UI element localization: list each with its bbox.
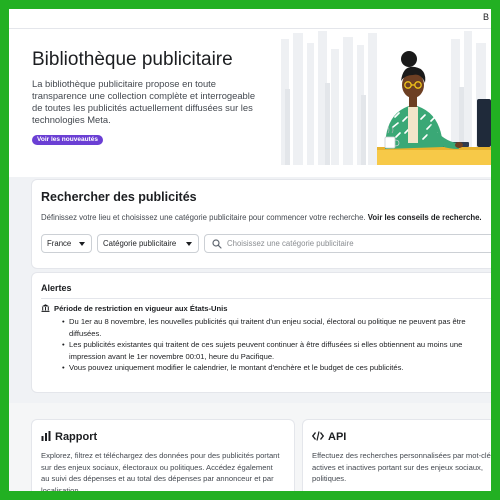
country-value: France [47, 239, 72, 248]
alerts-card: Alertes Période de restriction en vigueu… [31, 272, 491, 393]
country-dropdown[interactable]: France [41, 234, 92, 253]
top-bar: B [9, 9, 491, 29]
category-dropdown[interactable]: Catégorie publicitaire [97, 234, 199, 253]
report-description: Explorez, filtrez et téléchargez des don… [41, 451, 280, 491]
list-item: Les publicités existantes qui traitent d… [62, 339, 482, 362]
api-title-text: API [328, 431, 347, 443]
topbar-right-text[interactable]: B [483, 12, 489, 22]
code-icon [312, 431, 324, 441]
bank-icon [41, 304, 50, 312]
search-input[interactable] [227, 237, 491, 250]
report-title-text: Rapport [55, 431, 98, 443]
api-title: API [312, 431, 346, 443]
chevron-down-icon [79, 242, 85, 246]
search-icon [212, 239, 222, 249]
report-title: Rapport [41, 431, 97, 443]
whats-new-pill[interactable]: Voir les nouveautés [32, 135, 103, 145]
search-card: Rechercher des publicités Définissez vot… [31, 179, 491, 269]
api-card[interactable]: API Effectuez des recherches personnalis… [302, 419, 491, 491]
alert-heading-text: Période de restriction en vigueur aux Ét… [54, 304, 228, 313]
alert-heading: Période de restriction en vigueur aux Ét… [41, 304, 227, 313]
page-title: Bibliothèque publicitaire [32, 49, 233, 70]
page-frame: B Bibliothèque publicitaire La bibliothè… [9, 9, 491, 491]
chevron-down-icon [186, 242, 192, 246]
alert-list: Du 1er au 8 novembre, les nouvelles publ… [62, 316, 482, 374]
report-card[interactable]: Rapport Explorez, filtrez et téléchargez… [31, 419, 295, 491]
hero-illustration [281, 29, 491, 165]
search-box[interactable] [204, 234, 491, 253]
search-hint: Définissez votre lieu et choisissez une … [41, 213, 482, 222]
list-item: Vous pouvez uniquement modifier le calen… [62, 362, 482, 374]
list-item: Du 1er au 8 novembre, les nouvelles publ… [62, 316, 482, 339]
search-tips-link[interactable]: Voir les conseils de recherche. [368, 213, 482, 222]
category-value: Catégorie publicitaire [103, 239, 177, 248]
api-description: Effectuez des recherches personnalisées … [312, 451, 491, 483]
search-title: Rechercher des publicités [41, 190, 197, 204]
search-hint-text: Définissez votre lieu et choisissez une … [41, 213, 366, 222]
hero-section: Bibliothèque publicitaire La bibliothèqu… [9, 29, 491, 177]
hero-description: La bibliothèque publicitaire propose en … [32, 78, 256, 125]
bar-chart-icon [41, 431, 51, 441]
divider [41, 298, 491, 299]
alerts-title: Alertes [41, 283, 72, 293]
